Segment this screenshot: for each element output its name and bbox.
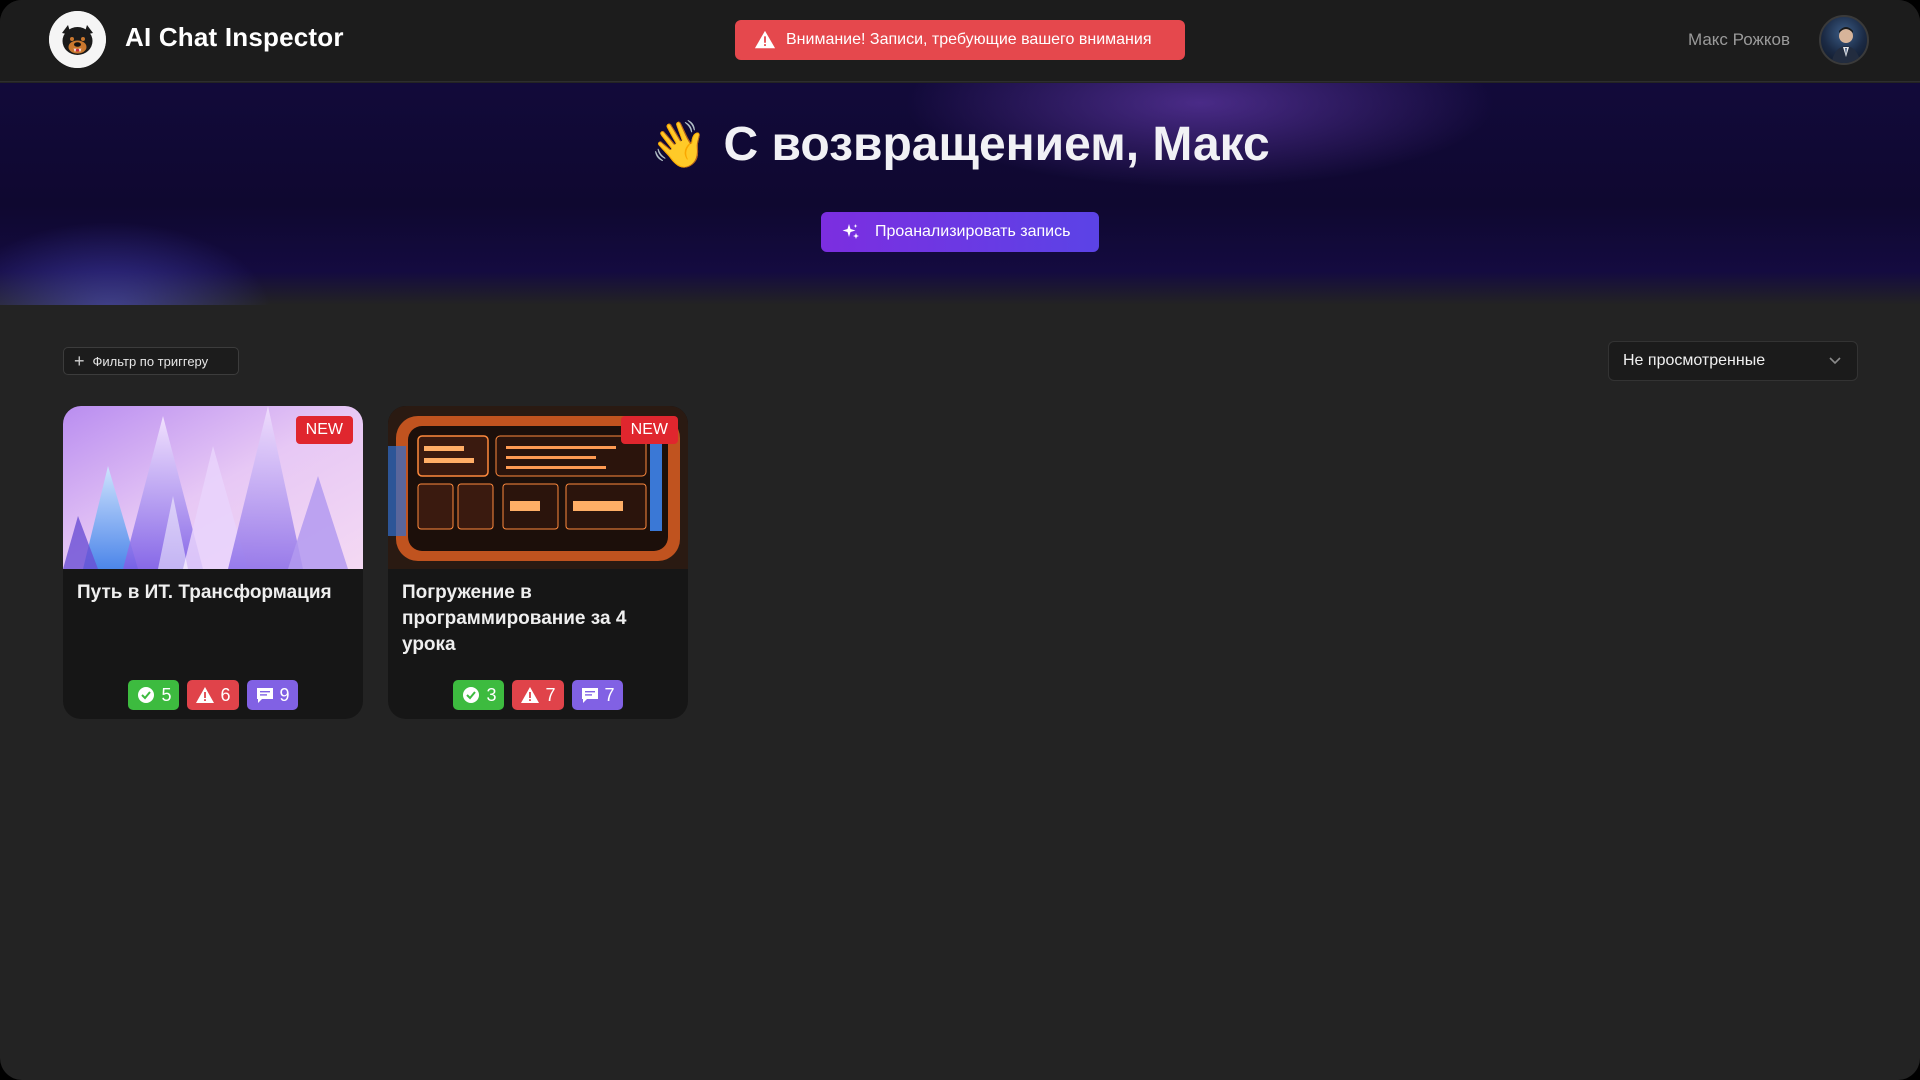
card-stats: 3 7 7 bbox=[388, 680, 688, 710]
card-title: Погружение в программирование за 4 урока bbox=[402, 582, 627, 655]
view-filter-value: Не просмотренные bbox=[1623, 352, 1766, 369]
app-title: AI Chat Inspector bbox=[125, 22, 344, 52]
alert-text: Внимание! Записи, требующие вашего внима… bbox=[786, 31, 1152, 48]
user-name[interactable]: Макс Рожков bbox=[1688, 30, 1790, 50]
recording-card[interactable]: NEW Погружение в программирование за 4 у… bbox=[388, 406, 688, 719]
card-title: Путь в ИТ. Трансформация bbox=[77, 582, 332, 603]
check-circle-icon bbox=[138, 687, 155, 703]
warning-count: 7 bbox=[545, 684, 556, 705]
attention-alert-button[interactable]: Внимание! Записи, требующие вашего внима… bbox=[735, 20, 1185, 60]
trigger-filter-button[interactable]: + Фильтр по триггеру bbox=[63, 347, 239, 375]
card-stats: 5 6 9 bbox=[63, 680, 363, 710]
page-title: 👋 С возвращением, Макс bbox=[0, 117, 1920, 172]
sparkles-icon bbox=[842, 224, 859, 239]
ok-count: 3 bbox=[486, 684, 497, 705]
new-badge: NEW bbox=[620, 416, 678, 444]
chevron-down-icon bbox=[1829, 357, 1841, 365]
warning-icon bbox=[196, 687, 215, 703]
message-count-badge: 7 bbox=[571, 680, 623, 710]
warning-icon bbox=[754, 30, 776, 49]
rottweiler-logo-icon[interactable] bbox=[49, 11, 106, 68]
ok-count-badge: 5 bbox=[128, 680, 180, 710]
top-bar: AI Chat Inspector Внимание! Записи, треб… bbox=[0, 0, 1920, 82]
trigger-filter-label: Фильтр по триггеру bbox=[92, 353, 209, 369]
warning-icon bbox=[521, 687, 540, 703]
app-window: AI Chat Inspector Внимание! Записи, треб… bbox=[0, 0, 1920, 1080]
chat-bubble-icon bbox=[256, 688, 273, 703]
chat-bubble-icon bbox=[581, 688, 598, 703]
message-count-badge: 9 bbox=[246, 680, 298, 710]
ok-count: 5 bbox=[161, 684, 172, 705]
warning-count-badge: 7 bbox=[512, 680, 564, 710]
analyze-recording-label: Проанализировать запись bbox=[875, 223, 1071, 240]
ok-count-badge: 3 bbox=[453, 680, 505, 710]
warning-count-badge: 6 bbox=[187, 680, 239, 710]
message-count: 7 bbox=[604, 684, 615, 705]
warning-count: 6 bbox=[220, 684, 231, 705]
new-badge: NEW bbox=[295, 416, 353, 444]
view-filter-select[interactable]: Не просмотренные bbox=[1608, 341, 1858, 381]
welcome-hero: 👋 С возвращением, Макс Проанализировать з… bbox=[0, 83, 1920, 305]
waving-hand-icon: 👋 bbox=[650, 118, 708, 170]
analyze-recording-button[interactable]: Проанализировать запись bbox=[821, 212, 1099, 252]
check-circle-icon bbox=[463, 687, 480, 703]
avatar[interactable] bbox=[1819, 15, 1869, 65]
message-count: 9 bbox=[279, 684, 290, 705]
plus-icon: + bbox=[74, 351, 85, 371]
greeting-text: С возвращением, Макс bbox=[723, 118, 1270, 171]
recording-card[interactable]: NEW Путь в ИТ. Трансформация 5 6 9 bbox=[63, 406, 363, 719]
